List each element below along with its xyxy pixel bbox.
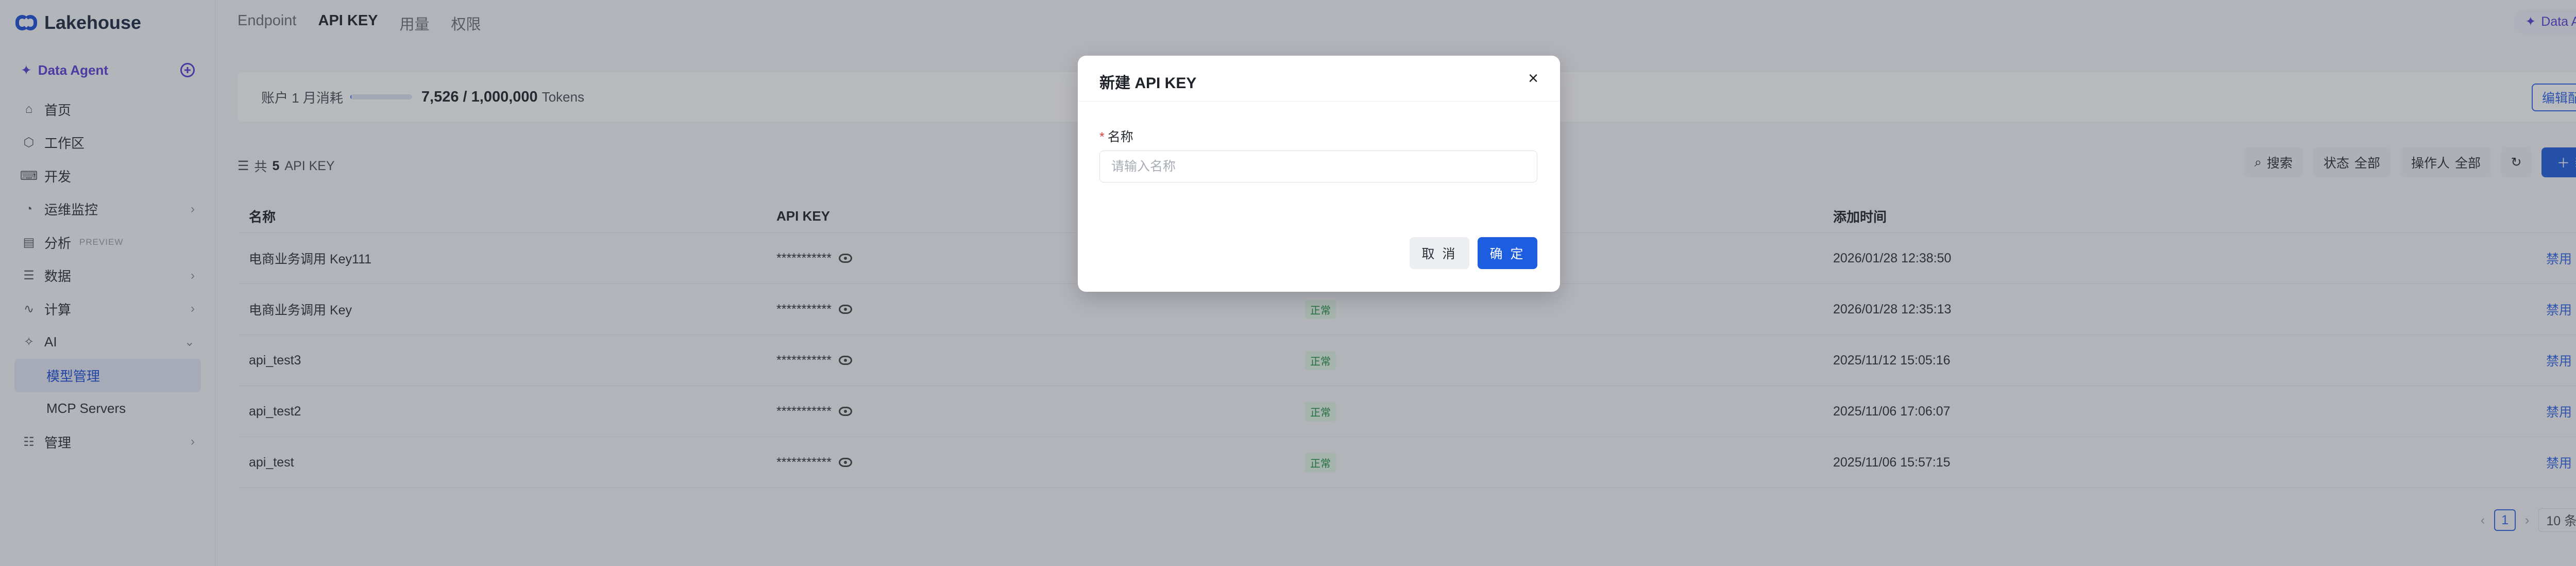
name-field-label: * 名称	[1099, 127, 1133, 145]
confirm-button[interactable]: 确 定	[1478, 237, 1537, 269]
name-label-text: 名称	[1107, 130, 1133, 144]
new-api-key-dialog: 新建 API KEY × *名称 取 消 确 定	[1078, 56, 1560, 292]
cancel-button[interactable]: 取 消	[1410, 237, 1469, 269]
required-mark: *	[1099, 130, 1105, 144]
close-icon[interactable]: ×	[1524, 69, 1543, 88]
dialog-title: 新建 API KEY	[1099, 75, 1197, 92]
divider	[1078, 101, 1560, 102]
name-input[interactable]	[1099, 151, 1537, 182]
